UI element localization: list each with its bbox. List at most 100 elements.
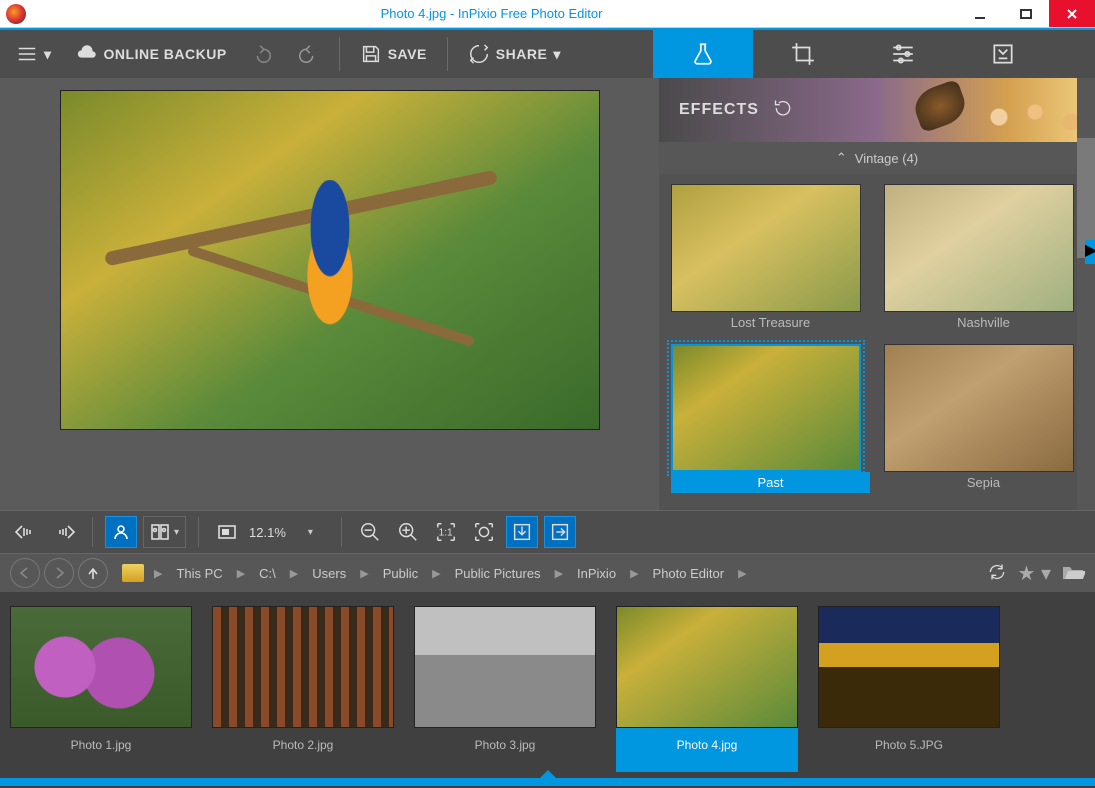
effect-sepia[interactable]: Sepia bbox=[884, 344, 1083, 500]
breadcrumb-separator: ▶ bbox=[630, 567, 638, 580]
effect-nashville[interactable]: Nashville bbox=[884, 184, 1083, 340]
effects-header: EFFECTS bbox=[659, 78, 1095, 142]
favorites-button[interactable]: ★ ▾ bbox=[1017, 561, 1051, 586]
thumbnail-label: Photo 3.jpg bbox=[414, 728, 596, 758]
effects-grid: Lost Treasure Nashville Past Sepia bbox=[659, 174, 1095, 510]
breadcrumb-part[interactable]: InPixio bbox=[567, 566, 626, 581]
flask-icon bbox=[690, 41, 716, 67]
thumbnail bbox=[212, 606, 394, 728]
thumbnail bbox=[10, 606, 192, 728]
previous-image-button[interactable] bbox=[10, 516, 42, 548]
breadcrumb-part[interactable]: Photo Editor bbox=[643, 566, 735, 581]
breadcrumb-bar: ▶ This PC ▶ C:\ ▶ Users ▶ Public ▶ Publi… bbox=[0, 554, 1095, 592]
zoom-in-button[interactable] bbox=[392, 516, 424, 548]
open-folder-button[interactable] bbox=[1061, 562, 1085, 585]
breadcrumb-part[interactable]: This PC bbox=[166, 566, 232, 581]
thumbnail-label: Photo 1.jpg bbox=[10, 728, 192, 758]
undo-button[interactable] bbox=[243, 37, 281, 71]
breadcrumb-part[interactable]: Users bbox=[302, 566, 356, 581]
tab-adjust[interactable] bbox=[853, 30, 953, 78]
effects-group-header[interactable]: ⌃ Vintage (4) bbox=[659, 142, 1095, 174]
share-button[interactable]: SHARE ▾ bbox=[460, 37, 569, 71]
nav-up-button[interactable] bbox=[78, 558, 108, 588]
redo-button[interactable] bbox=[289, 37, 327, 71]
tab-frames[interactable] bbox=[953, 30, 1053, 78]
effect-thumb bbox=[884, 344, 1074, 472]
compare-view-dropdown[interactable]: ▾ bbox=[143, 516, 186, 548]
chevron-down-icon: ▾ bbox=[44, 46, 52, 63]
reset-effects-button[interactable] bbox=[773, 98, 793, 123]
fit-window-button[interactable] bbox=[506, 516, 538, 548]
effect-past[interactable]: Past bbox=[671, 344, 870, 500]
view-controls: ▾ 12.1% ▾ 1:1 bbox=[0, 510, 1095, 554]
online-backup-button[interactable]: ONLINE BACKUP bbox=[68, 37, 235, 71]
svg-text:1:1: 1:1 bbox=[439, 528, 453, 539]
effect-thumb bbox=[884, 184, 1074, 312]
minimize-button[interactable] bbox=[957, 0, 1003, 27]
effect-thumb bbox=[671, 344, 861, 472]
breadcrumb-separator: ▶ bbox=[237, 567, 245, 580]
main-image[interactable] bbox=[60, 90, 600, 430]
crop-icon bbox=[790, 41, 816, 67]
breadcrumb-part[interactable]: Public Pictures bbox=[445, 566, 551, 581]
panel-expand-handle[interactable]: ▶ bbox=[1085, 240, 1095, 264]
effects-panel: EFFECTS ⌃ Vintage (4) Lost Treasure Nash… bbox=[659, 78, 1095, 510]
breadcrumb-separator: ▶ bbox=[555, 567, 563, 580]
hamburger-icon bbox=[16, 43, 38, 65]
tab-crop[interactable] bbox=[753, 30, 853, 78]
maximize-button[interactable] bbox=[1003, 0, 1049, 27]
filmstrip-item[interactable]: Photo 3.jpg bbox=[414, 606, 596, 772]
effect-thumb bbox=[671, 184, 861, 312]
chevron-down-icon: ▾ bbox=[553, 46, 561, 63]
titlebar: Photo 4.jpg - InPixio Free Photo Editor bbox=[0, 0, 1095, 28]
thumbnail-label: Photo 4.jpg bbox=[616, 728, 798, 758]
breadcrumb-separator: ▶ bbox=[154, 567, 162, 580]
canvas-area bbox=[0, 78, 659, 510]
thumbnail bbox=[616, 606, 798, 728]
backup-label: ONLINE BACKUP bbox=[104, 46, 227, 62]
breadcrumb-separator: ▶ bbox=[360, 567, 368, 580]
cloud-icon bbox=[76, 43, 98, 65]
breadcrumb-part[interactable]: Public bbox=[373, 566, 428, 581]
filmstrip-item[interactable]: Photo 1.jpg bbox=[10, 606, 192, 772]
filmstrip-item[interactable]: Photo 2.jpg bbox=[212, 606, 394, 772]
breadcrumb-part[interactable]: C:\ bbox=[249, 566, 286, 581]
window-title: Photo 4.jpg - InPixio Free Photo Editor bbox=[26, 6, 957, 21]
next-image-button[interactable] bbox=[48, 516, 80, 548]
tab-effects[interactable] bbox=[653, 30, 753, 78]
effect-label: Sepia bbox=[884, 472, 1083, 493]
undo-icon bbox=[251, 43, 273, 65]
breadcrumb-separator: ▶ bbox=[738, 567, 746, 580]
filmstrip-item[interactable]: Photo 4.jpg bbox=[616, 606, 798, 772]
zoom-actual-button[interactable]: 1:1 bbox=[430, 516, 462, 548]
effect-label: Past bbox=[671, 472, 870, 493]
folder-icon bbox=[122, 564, 144, 582]
effects-title: EFFECTS bbox=[679, 101, 759, 119]
zoom-out-button[interactable] bbox=[354, 516, 386, 548]
zoom-fit-button[interactable] bbox=[468, 516, 500, 548]
nav-forward-button[interactable] bbox=[44, 558, 74, 588]
effect-label: Lost Treasure bbox=[671, 312, 870, 333]
nav-back-button[interactable] bbox=[10, 558, 40, 588]
effect-label: Nashville bbox=[884, 312, 1083, 333]
close-button[interactable] bbox=[1049, 0, 1095, 27]
sliders-icon bbox=[890, 41, 916, 67]
single-view-button[interactable] bbox=[105, 516, 137, 548]
thumbnail bbox=[414, 606, 596, 728]
fullscreen-button[interactable] bbox=[544, 516, 576, 548]
thumbnail bbox=[818, 606, 1000, 728]
share-label: SHARE bbox=[496, 46, 548, 62]
effects-scrollbar[interactable] bbox=[1077, 78, 1095, 510]
thumbnail-label: Photo 2.jpg bbox=[212, 728, 394, 758]
refresh-button[interactable] bbox=[987, 562, 1007, 585]
zoom-dropdown[interactable]: 12.1% ▾ bbox=[211, 516, 329, 548]
chevron-down-icon: ▾ bbox=[298, 527, 323, 538]
chevron-down-icon: ▾ bbox=[174, 527, 179, 538]
menu-button[interactable]: ▾ bbox=[8, 37, 60, 71]
save-button[interactable]: SAVE bbox=[352, 37, 435, 71]
effect-lost-treasure[interactable]: Lost Treasure bbox=[671, 184, 870, 340]
group-label: Vintage (4) bbox=[855, 151, 918, 166]
redo-icon bbox=[297, 43, 319, 65]
save-icon bbox=[360, 43, 382, 65]
filmstrip-item[interactable]: Photo 5.JPG bbox=[818, 606, 1000, 772]
